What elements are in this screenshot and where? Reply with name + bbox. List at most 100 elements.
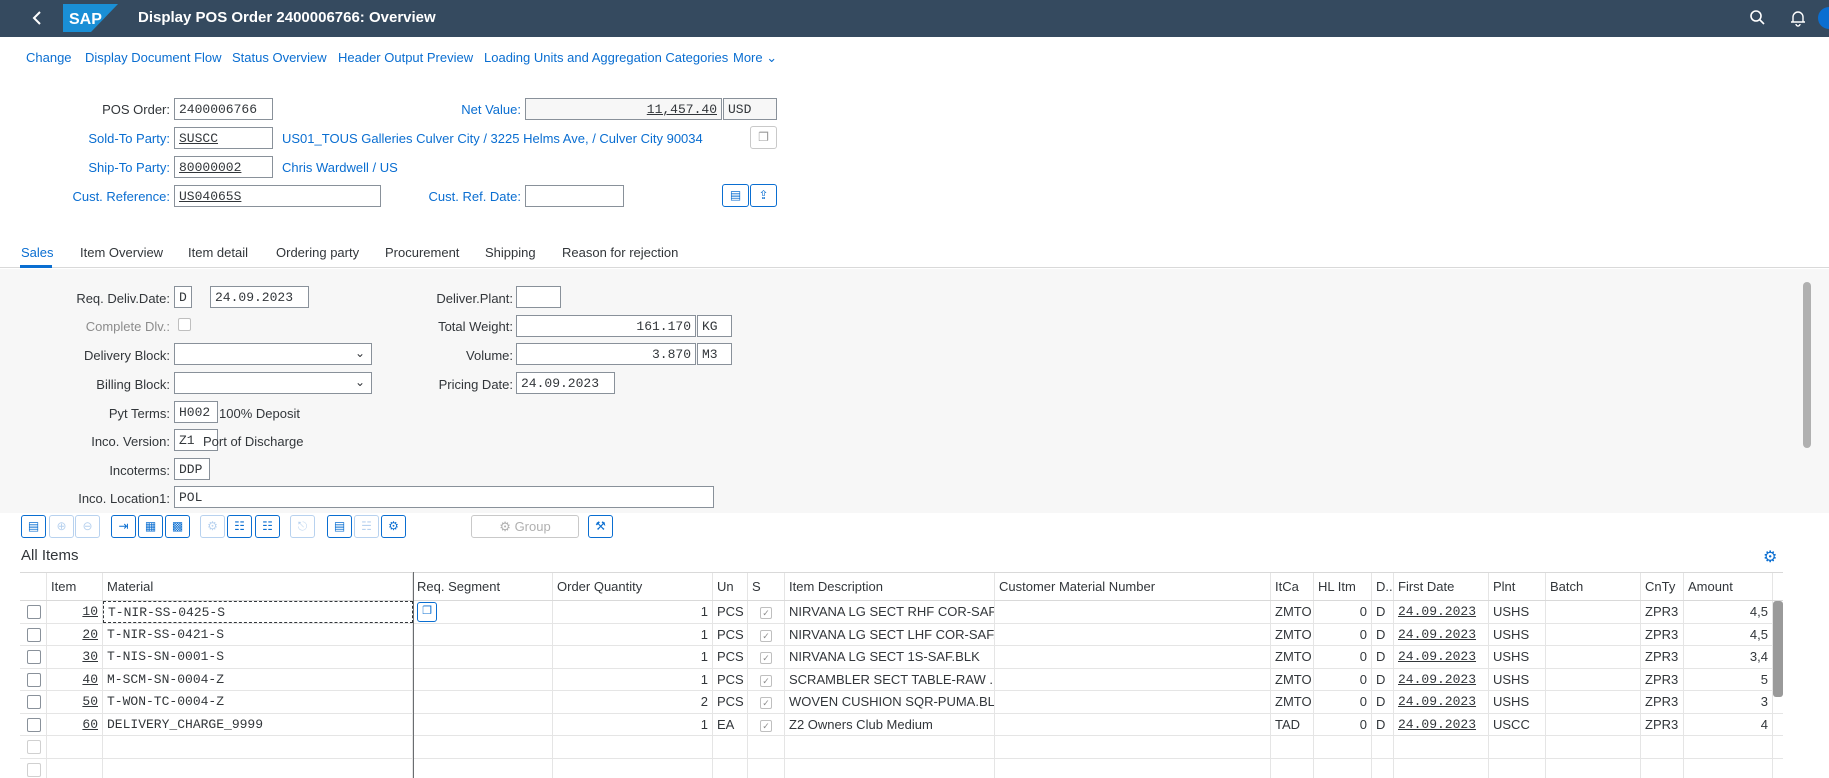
volume-unit-field[interactable]: M3 xyxy=(697,343,732,365)
req-deliv-date-field[interactable]: 24.09.2023 xyxy=(210,286,309,308)
weight-unit-field[interactable]: KG xyxy=(697,315,732,337)
total-weight-field[interactable]: 161.170 xyxy=(516,315,696,337)
group-button[interactable]: ⚙ Group xyxy=(471,515,579,538)
column-header-customer-material[interactable]: Customer Material Number xyxy=(995,573,1271,600)
value-help-button[interactable]: ❐ xyxy=(417,602,437,622)
column-header-item-description[interactable]: Item Description xyxy=(785,573,995,600)
copy-address-button[interactable]: ❐ xyxy=(750,126,777,149)
cell-item[interactable]: 30 xyxy=(47,646,103,668)
table-row[interactable]: 20 T-NIR-SS-0421-S 1 PCS ✓ NIRVANA LG SECT LH… xyxy=(20,623,1783,646)
status-overview-link[interactable]: Status Overview xyxy=(232,50,327,65)
column-header-amount[interactable]: Amount xyxy=(1684,573,1773,600)
pyt-terms-field[interactable]: H002 xyxy=(174,401,218,423)
row-checkbox[interactable] xyxy=(27,650,41,664)
conditions-button[interactable]: ☷ xyxy=(255,515,280,538)
table-row[interactable] xyxy=(20,758,1783,778)
structure-button[interactable]: ☵ xyxy=(354,515,379,538)
column-header-d[interactable]: D.. xyxy=(1372,573,1394,600)
delete-item-button[interactable]: ⊖ xyxy=(75,515,100,538)
header-output-preview-link[interactable]: Header Output Preview xyxy=(338,50,473,65)
pricing-button[interactable]: ⎋ xyxy=(290,515,315,538)
tab-reason-for-rejection[interactable]: Reason for rejection xyxy=(562,245,678,260)
cell-date[interactable]: 24.09.2023 xyxy=(1394,646,1489,668)
column-header-itca[interactable]: ItCa xyxy=(1271,573,1314,600)
table-row[interactable]: 40 M-SCM-SN-0004-Z 1 PCS ✓ SCRAMBLER SECT TAB… xyxy=(20,668,1783,691)
ship-to-field[interactable]: 80000002 xyxy=(174,156,273,178)
cell-date[interactable]: 24.09.2023 xyxy=(1394,623,1489,645)
tab-item-detail[interactable]: Item detail xyxy=(188,245,248,260)
more-menu[interactable]: More ⌄ xyxy=(733,50,777,66)
cell-item[interactable]: 50 xyxy=(47,691,103,713)
sold-to-field[interactable]: SUSCC xyxy=(174,127,273,149)
select-all-button[interactable]: ▦ xyxy=(138,515,163,538)
table-row[interactable]: 50 T-WON-TC-0004-Z 2 PCS ✓ WOVEN CUSHION SQR-… xyxy=(20,691,1783,714)
column-header-s[interactable]: S xyxy=(748,573,785,600)
cell-date[interactable] xyxy=(1394,736,1489,758)
table-scrollbar[interactable] xyxy=(1773,601,1783,697)
cell-item[interactable] xyxy=(47,758,103,778)
cell-item[interactable] xyxy=(47,736,103,758)
cell-date[interactable]: 24.09.2023 xyxy=(1394,668,1489,690)
row-checkbox[interactable] xyxy=(27,717,41,732)
add-item-button[interactable]: ⊕ xyxy=(49,515,74,538)
deselect-all-button[interactable]: ▩ xyxy=(165,515,190,538)
cell-item[interactable]: 10 xyxy=(47,601,103,623)
req-deliv-type-field[interactable]: D xyxy=(174,286,192,308)
currency-field[interactable]: USD xyxy=(723,98,777,120)
avatar[interactable] xyxy=(1818,7,1829,29)
sales-panel-scrollbar[interactable] xyxy=(1803,282,1811,448)
pos-order-field[interactable]: 2400006766 xyxy=(174,98,273,120)
cust-reference-field[interactable]: US04065S xyxy=(174,185,381,207)
tab-ordering-party[interactable]: Ordering party xyxy=(276,245,359,260)
pricing-date-field[interactable]: 24.09.2023 xyxy=(516,372,615,394)
schedule-lines-button[interactable]: ☷ xyxy=(227,515,252,538)
cell-date[interactable]: 24.09.2023 xyxy=(1394,713,1489,735)
expand-button[interactable]: ⇥ xyxy=(111,515,136,538)
row-checkbox[interactable] xyxy=(27,672,41,687)
display-document-flow-link[interactable]: Display Document Flow xyxy=(85,50,222,65)
column-header-req-segment[interactable]: Req. Segment xyxy=(413,573,553,600)
delivery-block-select[interactable]: ⌄ xyxy=(174,343,372,365)
column-header-first-date[interactable]: First Date xyxy=(1394,573,1489,600)
item-details-button[interactable]: ▤ xyxy=(21,515,46,538)
column-freeze-splitter[interactable] xyxy=(413,572,414,778)
back-button[interactable] xyxy=(28,8,48,28)
complete-dlv-checkbox[interactable] xyxy=(178,318,191,331)
row-checkbox[interactable] xyxy=(27,762,41,777)
table-row[interactable]: 10 T-NIR-SS-0425-S 1 PCS ✓ NIRVANA LG SECT RH… xyxy=(20,601,1783,624)
column-header-batch[interactable]: Batch xyxy=(1546,573,1641,600)
cust-ref-date-field[interactable] xyxy=(525,185,624,207)
cell-date[interactable]: 24.09.2023 xyxy=(1394,601,1489,623)
cell-item[interactable]: 60 xyxy=(47,713,103,735)
column-header-un[interactable]: Un xyxy=(713,573,748,600)
configuration-button[interactable]: ⚙ xyxy=(200,515,225,538)
table-row[interactable]: 60 DELIVERY_CHARGE_9999 1 EA ✓ Z2 Owners Club… xyxy=(20,713,1783,736)
document-button[interactable]: ▤ xyxy=(722,184,749,207)
net-value-field[interactable]: 11,457.40 xyxy=(525,98,722,120)
cell-item[interactable]: 40 xyxy=(47,668,103,690)
sap-logo[interactable]: SAP xyxy=(63,4,118,32)
cell-item[interactable]: 20 xyxy=(47,623,103,645)
settings-button[interactable]: ⚙ xyxy=(381,515,406,538)
column-header-item[interactable]: Item xyxy=(47,573,103,600)
column-header-material[interactable]: Material xyxy=(103,573,413,600)
tools-button[interactable]: ⚒ xyxy=(588,515,613,538)
column-header-cnty[interactable]: CnTy xyxy=(1641,573,1684,600)
tab-procurement[interactable]: Procurement xyxy=(385,245,459,260)
column-header-order-quantity[interactable]: Order Quantity xyxy=(553,573,713,600)
table-row[interactable]: 30 T-NIS-SN-0001-S 1 PCS ✓ NIRVANA LG SECT 1S… xyxy=(20,646,1783,669)
cell-date[interactable] xyxy=(1394,758,1489,778)
column-header-plnt[interactable]: Plnt xyxy=(1489,573,1546,600)
row-checkbox[interactable] xyxy=(27,627,41,642)
gear-icon[interactable]: ⚙ xyxy=(1763,547,1777,567)
row-checkbox[interactable] xyxy=(27,695,41,709)
ship-to-description[interactable]: Chris Wardwell / US xyxy=(282,160,398,175)
search-icon[interactable] xyxy=(1748,8,1768,28)
column-header-hl-itm[interactable]: HL Itm xyxy=(1314,573,1372,600)
row-checkbox[interactable] xyxy=(27,740,41,754)
change-link[interactable]: Change xyxy=(26,50,72,65)
cell-date[interactable]: 24.09.2023 xyxy=(1394,691,1489,713)
incoterms-field[interactable]: DDP xyxy=(174,458,210,480)
tab-sales[interactable]: Sales xyxy=(21,245,54,260)
tab-item-overview[interactable]: Item Overview xyxy=(80,245,163,260)
